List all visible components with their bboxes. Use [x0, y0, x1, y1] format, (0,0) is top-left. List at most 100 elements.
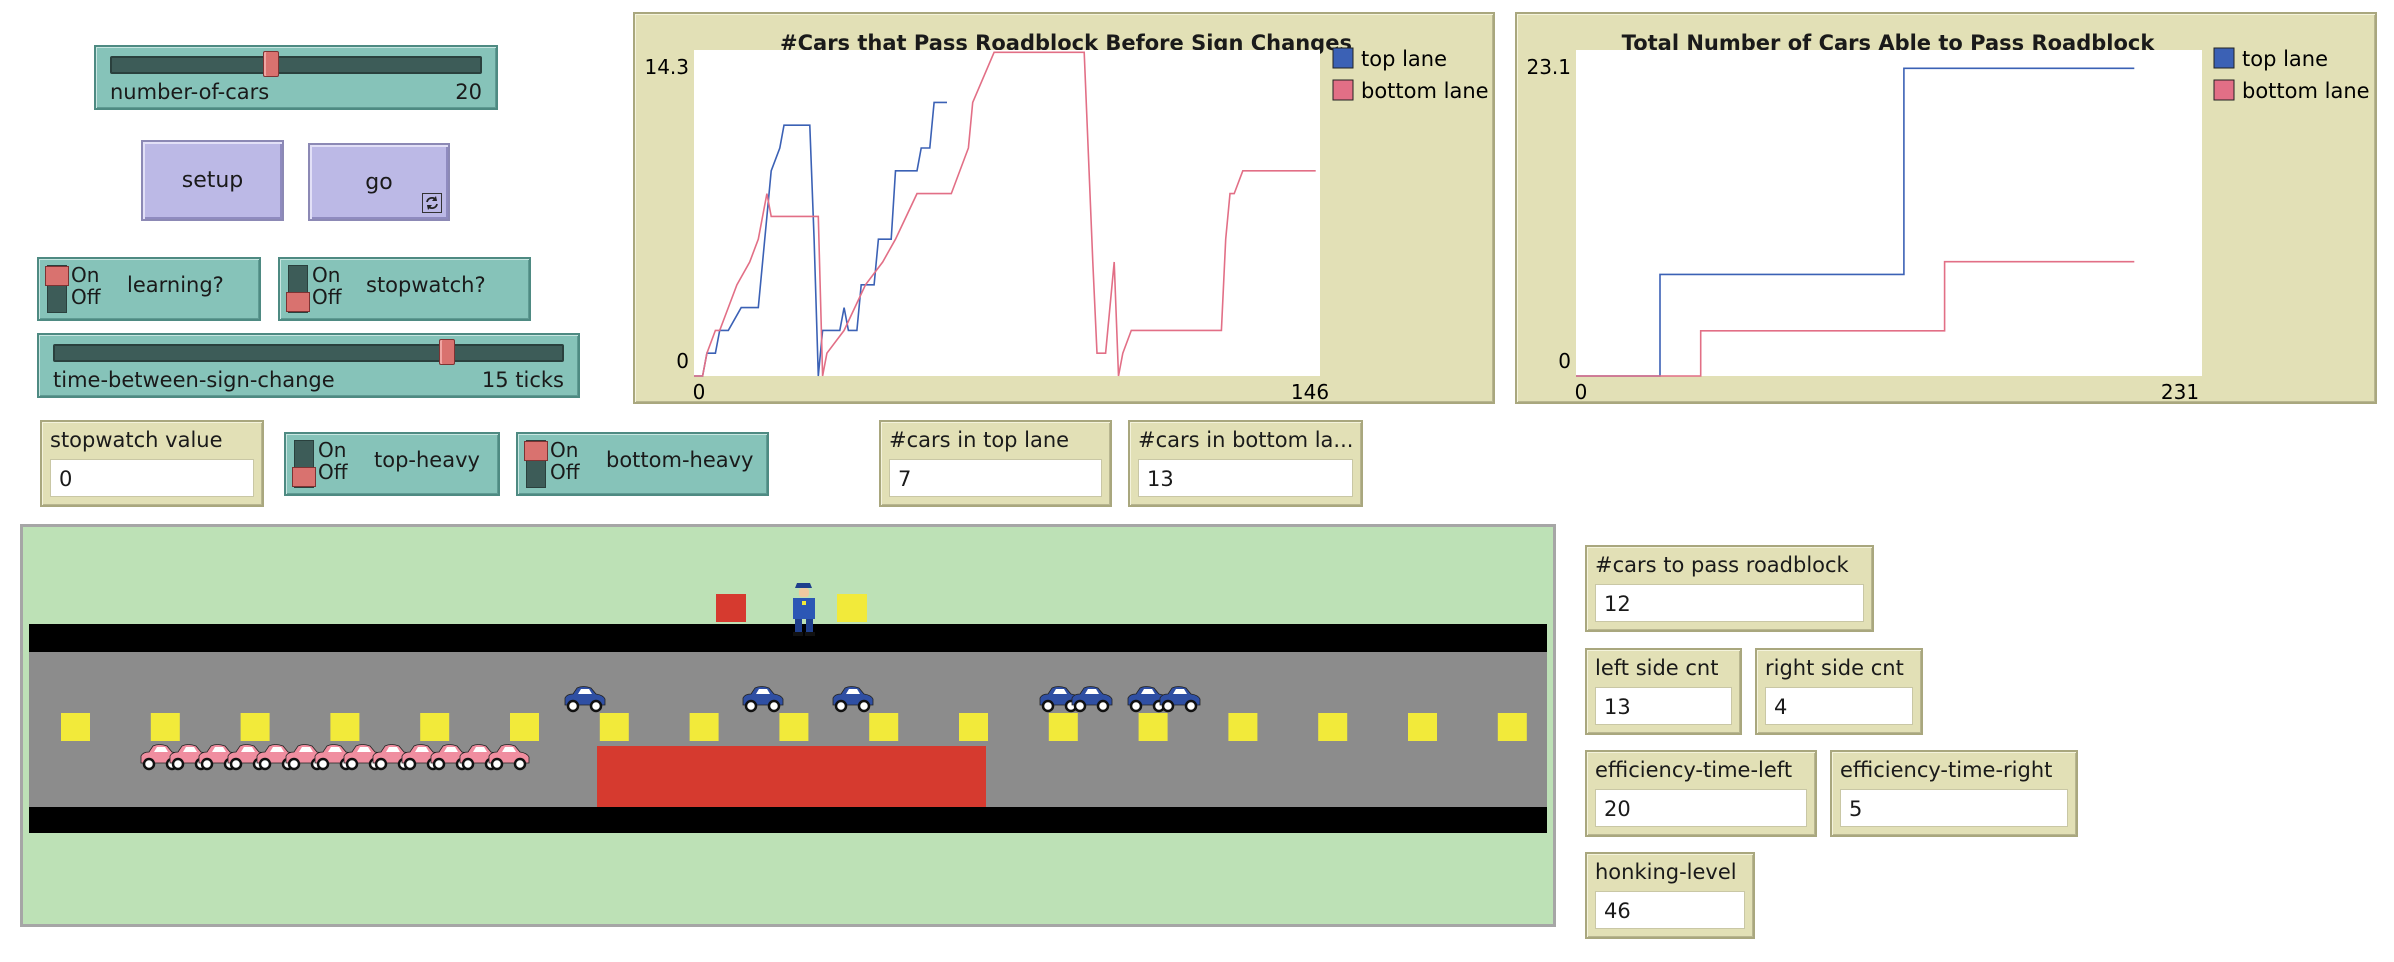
- monitor-value: 13: [1138, 459, 1353, 497]
- lane-marker: [510, 713, 539, 741]
- lane-marker: [689, 713, 719, 741]
- efficiency-time-right-monitor: efficiency-time-right 5: [1830, 750, 2078, 837]
- lane-marker: [1138, 713, 1168, 741]
- switch-knob[interactable]: [524, 441, 548, 461]
- cars-top-lane-monitor: #cars in top lane 7: [879, 420, 1112, 507]
- switch-label: bottom-heavy: [606, 448, 754, 472]
- plot-2-svg: Total Number of Cars Able to Pass Roadbl…: [1526, 31, 2370, 404]
- y-max-label: 23.1: [1526, 55, 1571, 79]
- time-between-sign-change-slider[interactable]: time-between-sign-change 15 ticks: [37, 333, 580, 398]
- switch-off-text: Off: [550, 460, 580, 484]
- plot-area: [694, 50, 1320, 376]
- switch-off-text: Off: [312, 285, 342, 309]
- grass-top: [23, 527, 1553, 624]
- switch-label: top-heavy: [374, 448, 480, 472]
- lane-marker: [869, 713, 899, 741]
- lane-marker: [1228, 713, 1258, 741]
- monitor-label: #cars in top lane: [889, 428, 1070, 452]
- lane-marker: [61, 713, 90, 741]
- switch-slot[interactable]: [286, 265, 310, 313]
- lane-marker: [1318, 713, 1348, 741]
- road-edge-bottom: [29, 807, 1547, 833]
- world-svg: [23, 527, 1553, 924]
- monitor-label: stopwatch value: [50, 428, 223, 452]
- slider-label: time-between-sign-change: [53, 368, 335, 392]
- legend-swatch-bottom-lane: [1332, 79, 1354, 101]
- switch-knob[interactable]: [286, 292, 310, 312]
- legend-label-bottom-lane: bottom lane: [1361, 79, 1489, 103]
- sign-red: [716, 594, 746, 622]
- lane-marker: [330, 713, 360, 741]
- lane-marker: [420, 713, 450, 741]
- slider-knob[interactable]: [262, 51, 279, 77]
- forever-loop-icon: [422, 193, 442, 213]
- y-min-label: 0: [676, 349, 689, 373]
- slider-knob[interactable]: [439, 339, 456, 365]
- monitor-label: honking-level: [1595, 860, 1737, 884]
- slider-label: number-of-cars: [110, 80, 270, 104]
- right-side-cnt-monitor: right side cnt 4: [1755, 648, 1923, 735]
- legend-swatch-bottom-lane: [2213, 79, 2235, 101]
- monitor-value: 4: [1765, 687, 1913, 725]
- lane-marker: [240, 713, 270, 741]
- switch-off-text: Off: [318, 460, 348, 484]
- monitor-value: 7: [889, 459, 1102, 497]
- switch-slot[interactable]: [524, 440, 548, 488]
- slider-track[interactable]: [110, 56, 482, 74]
- x-max-label: 231: [2161, 380, 2199, 404]
- switch-on-text: On: [71, 263, 100, 287]
- go-button[interactable]: go: [308, 143, 450, 221]
- top-heavy-switch[interactable]: On Off top-heavy: [284, 432, 500, 496]
- honking-level-monitor: honking-level 46: [1585, 852, 1755, 939]
- y-max-label: 14.3: [644, 55, 689, 79]
- left-side-cnt-monitor: left side cnt 13: [1585, 648, 1742, 735]
- switch-label: stopwatch?: [366, 273, 486, 297]
- plot-1-svg: #Cars that Pass Roadblock Before Sign Ch…: [644, 31, 1489, 404]
- slider-track[interactable]: [53, 344, 564, 362]
- monitor-value: 46: [1595, 891, 1745, 929]
- bottom-heavy-switch[interactable]: On Off bottom-heavy: [516, 432, 769, 496]
- switch-slot[interactable]: [45, 265, 69, 313]
- monitor-value: 12: [1595, 584, 1864, 622]
- monitor-label: #cars in bottom la...: [1138, 428, 1354, 452]
- switch-label: learning?: [127, 273, 224, 297]
- x-min-label: 0: [1575, 380, 1588, 404]
- monitor-label: right side cnt: [1765, 656, 1904, 680]
- learning-switch[interactable]: On Off learning?: [37, 257, 261, 321]
- legend-swatch-top-lane: [1332, 47, 1354, 69]
- plot-area: [1576, 50, 2202, 376]
- slider-value: 20: [455, 80, 482, 104]
- monitor-value: 5: [1840, 789, 2068, 827]
- stopwatch-value-monitor: stopwatch value 0: [40, 420, 264, 507]
- world-view[interactable]: [20, 524, 1556, 927]
- road-edge-top: [29, 624, 1547, 652]
- monitor-value: 0: [50, 459, 254, 497]
- monitor-label: efficiency-time-left: [1595, 758, 1793, 782]
- cars-bottom-lane-monitor: #cars in bottom la... 13: [1128, 420, 1363, 507]
- legend-label-top-lane: top lane: [2242, 47, 2328, 71]
- lane-marker: [959, 713, 988, 741]
- lane-marker: [1497, 713, 1527, 741]
- monitor-label: #cars to pass roadblock: [1595, 553, 1849, 577]
- stopwatch-switch[interactable]: On Off stopwatch?: [278, 257, 531, 321]
- lane-marker: [150, 713, 180, 741]
- x-max-label: 146: [1291, 380, 1329, 404]
- switch-knob[interactable]: [45, 266, 69, 286]
- lane-marker: [1048, 713, 1078, 741]
- monitor-label: efficiency-time-right: [1840, 758, 2053, 782]
- efficiency-time-left-monitor: efficiency-time-left 20: [1585, 750, 1817, 837]
- lane-marker: [1408, 713, 1437, 741]
- monitor-value: 20: [1595, 789, 1807, 827]
- roadblock: [597, 746, 986, 807]
- legend-label-bottom-lane: bottom lane: [2242, 79, 2370, 103]
- switch-on-text: On: [550, 438, 579, 462]
- sign-yellow: [837, 594, 867, 622]
- switch-slot[interactable]: [292, 440, 316, 488]
- plot-cars-pass-before-sign-change: #Cars that Pass Roadblock Before Sign Ch…: [633, 12, 1495, 404]
- number-of-cars-slider[interactable]: number-of-cars 20: [94, 45, 498, 110]
- setup-button[interactable]: setup: [141, 140, 284, 221]
- monitor-label: left side cnt: [1595, 656, 1719, 680]
- go-label: go: [365, 169, 393, 195]
- plot-total-cars-pass-roadblock: Total Number of Cars Able to Pass Roadbl…: [1515, 12, 2377, 404]
- switch-knob[interactable]: [292, 467, 316, 487]
